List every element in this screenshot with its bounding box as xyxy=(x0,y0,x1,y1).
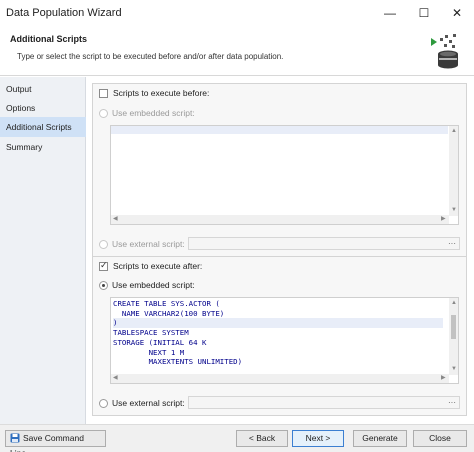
page-title: Additional Scripts xyxy=(10,34,88,44)
scroll-left-arrow-icon[interactable]: ◀ xyxy=(113,374,118,382)
before-embedded-label: Use embedded script: xyxy=(112,108,195,118)
code-line: NAME VARCHAR2(100 BYTE) xyxy=(113,308,225,318)
after-script-editor[interactable]: CREATE TABLE SYS.ACTOR ( NAME VARCHAR2(1… xyxy=(110,297,459,384)
after-scripts-checkbox[interactable] xyxy=(99,260,108,271)
next-button[interactable]: Next > xyxy=(292,430,344,447)
wizard-footer: Save Command Line... < Back Next > Gener… xyxy=(0,424,474,452)
code-line: STORAGE (INITIAL 64 K xyxy=(113,337,207,347)
nav-item-additional-scripts[interactable]: Additional Scripts xyxy=(0,117,86,137)
save-command-line-button[interactable]: Save Command Line... xyxy=(5,430,106,452)
after-external-radio[interactable] xyxy=(99,399,108,408)
browse-button[interactable]: ··· xyxy=(448,238,456,249)
scroll-right-arrow-icon[interactable]: ▶ xyxy=(441,374,446,382)
scroll-left-arrow-icon[interactable]: ◀ xyxy=(113,215,118,223)
code-line: TABLESPACE SYSTEM xyxy=(113,328,189,338)
data-population-icon xyxy=(431,34,458,69)
wizard-header: Additional Scripts Type or select the sc… xyxy=(0,28,474,76)
scroll-up-arrow-icon[interactable]: ▲ xyxy=(451,127,457,135)
scroll-right-arrow-icon[interactable]: ▶ xyxy=(441,215,446,223)
save-command-line-label: Save Command Line... xyxy=(10,433,84,452)
code-line: NEXT 1 M xyxy=(113,347,185,357)
editor-current-line xyxy=(111,126,448,134)
code-line: CREATE TABLE SYS.ACTOR ( xyxy=(113,299,220,308)
code-line: MAXEXTENTS UNLIMITED) xyxy=(113,357,243,367)
nav-item-summary[interactable]: Summary xyxy=(0,137,86,157)
before-editor-vscrollbar[interactable]: ▲ ▼ xyxy=(449,126,458,216)
generate-button[interactable]: Generate xyxy=(353,430,407,447)
title-bar: Data Population Wizard — ☐ ✕ xyxy=(0,0,474,28)
after-editor-hscrollbar[interactable]: ◀ ▶ xyxy=(111,374,449,383)
scroll-down-arrow-icon[interactable]: ▼ xyxy=(451,365,457,373)
after-scripts-group: Scripts to execute after: Use embedded s… xyxy=(92,256,467,416)
before-editor-hscrollbar[interactable]: ◀ ▶ xyxy=(111,215,449,224)
after-editor-vscrollbar[interactable]: ▲ ▼ xyxy=(449,298,458,375)
scroll-down-arrow-icon[interactable]: ▼ xyxy=(451,206,457,214)
floppy-disk-icon xyxy=(10,433,20,443)
nav-item-options[interactable]: Options xyxy=(0,98,86,118)
wizard-nav: Output Options Additional Scripts Summar… xyxy=(0,77,86,424)
before-external-radio[interactable] xyxy=(99,240,108,249)
after-external-label: Use external script: xyxy=(112,398,185,408)
before-embedded-radio[interactable] xyxy=(99,109,108,118)
before-scripts-checkbox[interactable] xyxy=(99,89,108,98)
browse-button[interactable]: ··· xyxy=(448,397,456,408)
code-line: ) xyxy=(113,318,443,329)
script-code: CREATE TABLE SYS.ACTOR ( NAME VARCHAR2(1… xyxy=(113,299,443,367)
after-scripts-label: Scripts to execute after: xyxy=(113,261,203,271)
window-title: Data Population Wizard xyxy=(6,7,122,19)
nav-item-output[interactable]: Output xyxy=(0,79,86,99)
main-content: Scripts to execute before: Use embedded … xyxy=(87,77,474,424)
minimize-button[interactable]: — xyxy=(373,0,407,28)
maximize-button[interactable]: ☐ xyxy=(407,0,441,28)
scroll-thumb[interactable] xyxy=(451,315,456,339)
back-button[interactable]: < Back xyxy=(236,430,288,447)
after-embedded-label: Use embedded script: xyxy=(112,280,195,290)
before-scripts-label: Scripts to execute before: xyxy=(113,88,210,98)
after-embedded-radio[interactable] xyxy=(99,281,108,290)
after-external-path-field[interactable]: ··· xyxy=(188,396,460,409)
scroll-up-arrow-icon[interactable]: ▲ xyxy=(451,299,457,307)
close-button[interactable]: Close xyxy=(413,430,467,447)
before-external-label: Use external script: xyxy=(112,239,185,249)
close-window-button[interactable]: ✕ xyxy=(440,0,474,28)
before-external-path-field[interactable]: ··· xyxy=(188,237,460,250)
page-subtitle: Type or select the script to be executed… xyxy=(17,52,284,61)
before-script-editor[interactable]: ▲ ▼ ◀ ▶ xyxy=(110,125,459,225)
